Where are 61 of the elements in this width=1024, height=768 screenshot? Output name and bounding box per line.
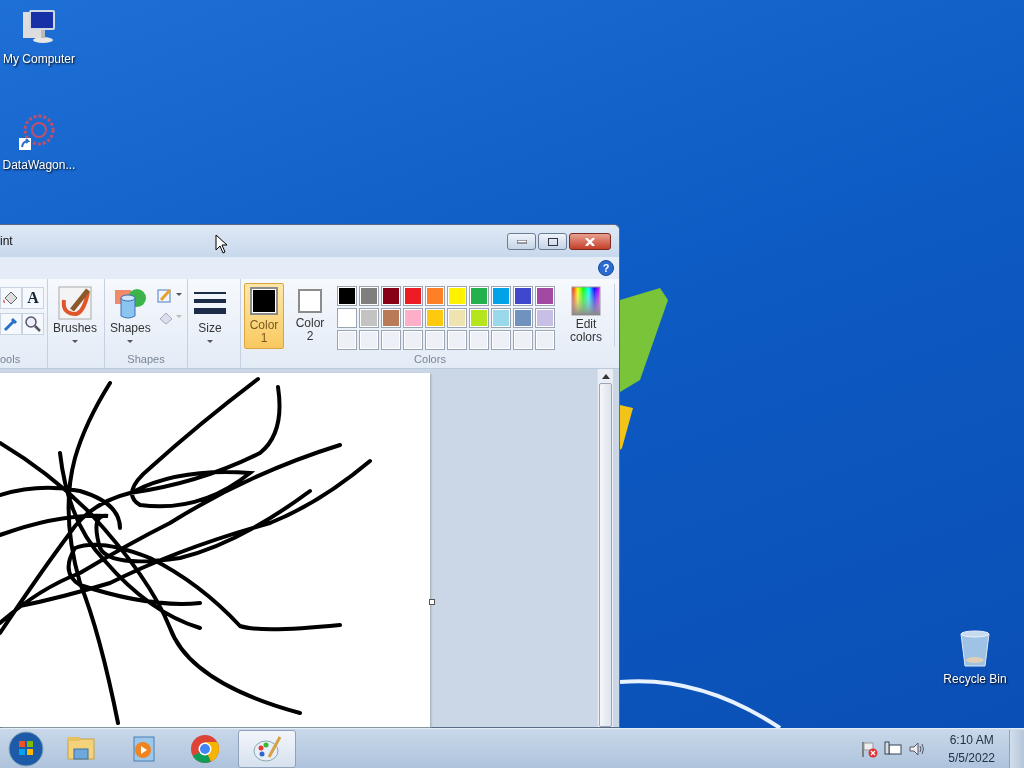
caret-icon [72,339,78,343]
palette-color[interactable] [469,307,489,328]
minimize-icon [516,239,527,244]
palette-color[interactable] [337,285,357,306]
palette-color[interactable] [447,307,467,328]
palette-color[interactable] [403,285,423,306]
edit-colors-button[interactable]: Edit colors [564,282,615,347]
resize-handle[interactable] [429,599,435,605]
palette-color[interactable] [513,307,533,328]
palette-color[interactable] [491,285,511,306]
outline-pencil-icon[interactable] [156,286,183,303]
window-title: int [0,233,13,248]
color-slot-button[interactable]: Color 2 [290,282,330,349]
palette-color[interactable] [337,307,357,328]
palette-color[interactable] [535,285,555,306]
palette-color[interactable] [381,307,401,328]
palette-color[interactable] [381,285,401,306]
mouse-pointer-icon [215,234,229,254]
minimize-button[interactable] [507,233,536,250]
palette-color[interactable] [469,285,489,306]
palette-color[interactable] [535,307,555,328]
group-label: Colors [413,353,447,367]
palette-color[interactable] [425,285,445,306]
palette-color[interactable] [403,307,423,328]
size-button[interactable]: Size [191,282,229,346]
palette-color[interactable] [359,285,379,306]
close-button[interactable] [569,233,611,250]
palette-color[interactable] [359,307,379,328]
maximize-button[interactable] [538,233,567,250]
clock-time[interactable]: 6:10 AM [949,730,994,749]
group-label: ools [0,353,22,367]
taskbar-button[interactable] [238,729,296,768]
palette-color[interactable] [447,285,467,306]
close-icon [585,237,595,246]
scroll-up-arrow-icon[interactable] [601,373,610,379]
vertical-scrollbar[interactable] [597,369,613,727]
start-button[interactable] [8,730,44,767]
show-desktop-button[interactable] [1009,729,1024,768]
caret-icon [127,339,134,343]
maximize-icon [547,237,558,246]
help-button[interactable]: ? [598,259,614,276]
palette-color[interactable] [513,285,533,306]
desktop-icon-label[interactable]: Recycle Bin [943,672,1007,686]
desktop-icon-label[interactable]: My Computer [3,52,75,66]
scrollbar-thumb[interactable] [599,383,612,727]
clock-date[interactable]: 5/5/2022 [948,748,995,767]
palette-color[interactable] [425,307,445,328]
caret-icon [207,339,213,343]
palette-color[interactable] [491,307,511,328]
desktop-icon-label[interactable]: DataWagon... [2,158,76,172]
network-icon[interactable] [884,739,903,758]
chrome-icon [189,732,221,765]
color-spectrum-icon [571,285,601,316]
flag-warning-icon[interactable] [860,739,879,758]
text-tool-button[interactable]: A [22,286,44,309]
magnifier-icon[interactable] [24,314,42,333]
paintbrush-icon [58,285,92,320]
shapes-button[interactable]: Shapes [108,282,153,346]
group-label: Shapes [126,353,166,367]
brushes-button[interactable]: Brushes [51,282,100,346]
color-slot-button[interactable]: Color 1 [244,282,284,349]
